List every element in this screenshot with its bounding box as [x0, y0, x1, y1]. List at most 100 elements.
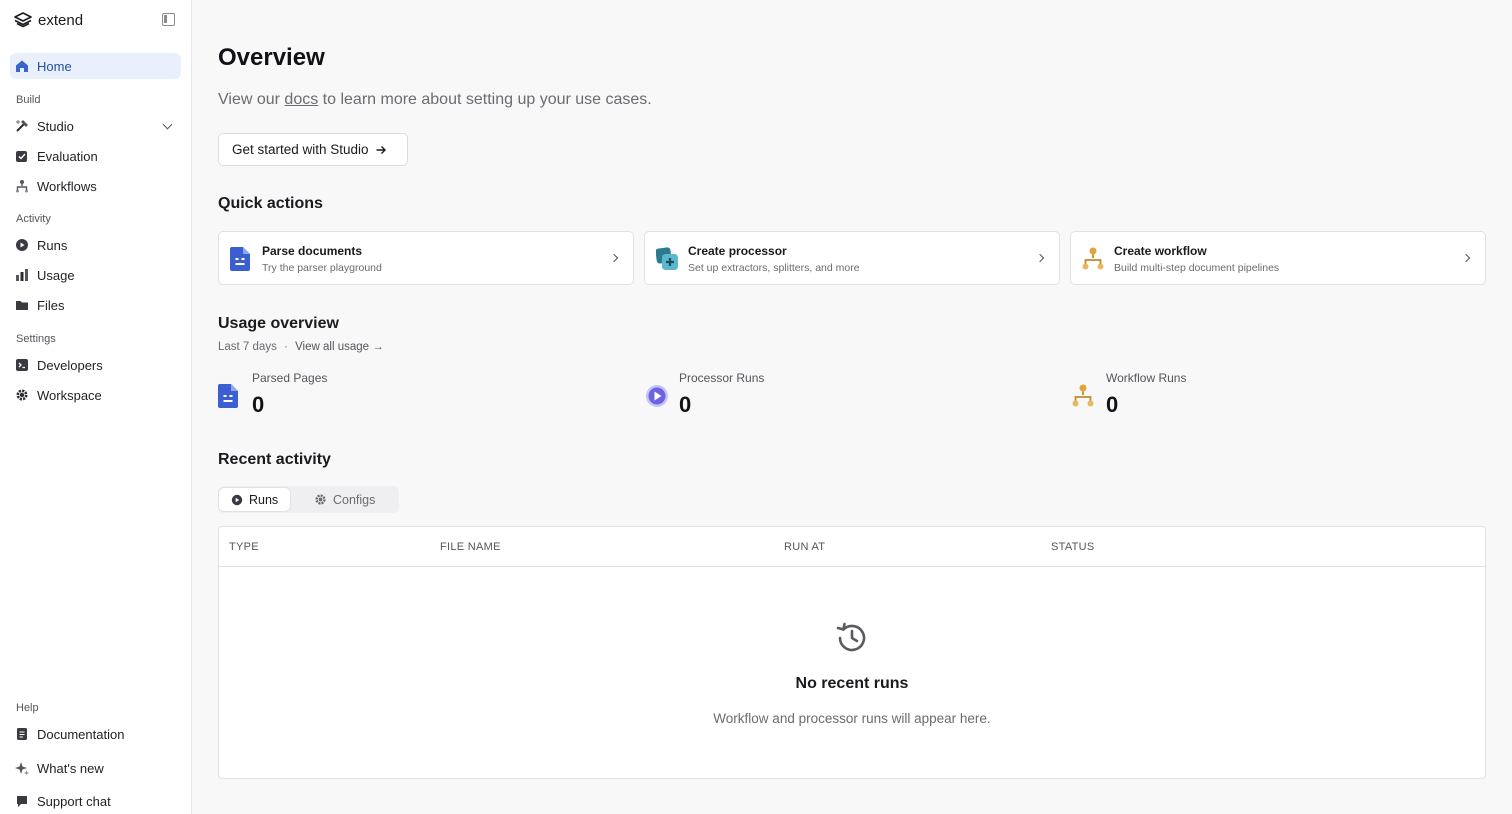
- usage-separator: ·: [284, 341, 288, 353]
- section-label-help: Help: [16, 702, 39, 714]
- quick-action-create-processor[interactable]: Create processor Set up extractors, spli…: [644, 231, 1060, 285]
- stat-label: Parsed Pages: [252, 371, 328, 385]
- sidebar-item-runs[interactable]: Runs: [10, 232, 181, 258]
- sidebar-item-label: Workspace: [37, 387, 102, 403]
- section-label-activity: Activity: [16, 213, 51, 225]
- column-header-type: TYPE: [229, 541, 259, 553]
- tab-label: Runs: [249, 492, 279, 507]
- chevron-right-icon: [1461, 253, 1471, 263]
- table-header: TYPE FILE NAME RUN AT STATUS: [219, 527, 1485, 567]
- view-all-usage-link[interactable]: View all usage →: [295, 341, 384, 353]
- stat-value: 0: [252, 392, 265, 417]
- activity-tabs: Runs Configs: [218, 486, 399, 513]
- sidebar-item-workflows[interactable]: Workflows: [10, 173, 181, 199]
- bar-chart-icon: [15, 268, 29, 282]
- quick-action-title: Create processor: [688, 244, 787, 258]
- stat-label: Processor Runs: [679, 371, 765, 385]
- chevron-down-icon[interactable]: [162, 119, 173, 130]
- sidebar-item-whats-new[interactable]: What's new: [10, 755, 181, 781]
- quick-action-title: Create workflow: [1114, 244, 1207, 258]
- document-icon: [15, 727, 29, 741]
- play-icon: [15, 238, 29, 252]
- brand[interactable]: extend: [14, 10, 83, 30]
- stat-processor-runs: Processor Runs 0: [645, 370, 945, 420]
- column-header-status: STATUS: [1051, 541, 1095, 553]
- main-content: Overview View our docs to learn more abo…: [193, 0, 1512, 814]
- tab-label: Configs: [333, 492, 376, 507]
- empty-state-subtitle: Workflow and processor runs will appear …: [713, 711, 991, 726]
- sidebar-item-label: Runs: [37, 237, 68, 253]
- workflow-icon: [1082, 247, 1104, 271]
- sidebar-item-studio[interactable]: Studio: [10, 113, 181, 139]
- parse-document-icon: [230, 247, 252, 271]
- sidebar-collapse-icon[interactable]: [162, 13, 175, 26]
- gear-icon: [15, 388, 29, 402]
- arrow-right-icon: [376, 145, 386, 154]
- tab-configs[interactable]: Configs: [302, 488, 387, 511]
- quick-action-title: Parse documents: [262, 244, 363, 258]
- sidebar-item-label: Usage: [37, 267, 75, 283]
- play-icon: [231, 494, 243, 505]
- studio-icon: [15, 119, 29, 133]
- usage-period: Last 7 days: [218, 341, 277, 353]
- subtitle-suffix: to learn more about setting up your use …: [322, 91, 652, 108]
- sidebar-item-usage[interactable]: Usage: [10, 262, 181, 288]
- extend-logo-icon: [14, 12, 32, 28]
- sidebar-item-developers[interactable]: Developers: [10, 352, 181, 378]
- section-label-build: Build: [16, 94, 41, 106]
- sidebar-item-documentation[interactable]: Documentation: [10, 721, 181, 747]
- gear-icon: [315, 494, 326, 505]
- sidebar-item-label: Evaluation: [37, 148, 98, 164]
- section-label-settings: Settings: [16, 333, 56, 345]
- sparkle-icon: [15, 761, 29, 775]
- page-title: Overview: [218, 44, 325, 71]
- stat-parsed-pages: Parsed Pages 0: [218, 370, 518, 420]
- quick-action-subtitle: Try the parser playground: [262, 262, 382, 274]
- usage-meta: Last 7 days · View all usage →: [218, 341, 384, 353]
- sidebar-item-label: Documentation: [37, 726, 125, 742]
- sidebar-item-files[interactable]: Files: [10, 292, 181, 318]
- sidebar-item-workspace[interactable]: Workspace: [10, 382, 181, 408]
- sidebar-item-label: Home: [37, 58, 72, 74]
- quick-action-create-workflow[interactable]: Create workflow Build multi-step documen…: [1070, 231, 1486, 285]
- brand-name: extend: [38, 11, 84, 29]
- sidebar-item-label: Developers: [37, 357, 103, 373]
- stat-label: Workflow Runs: [1106, 371, 1187, 385]
- sidebar-item-label: Support chat: [37, 793, 111, 809]
- subtitle-prefix: View our: [218, 91, 280, 108]
- docs-link[interactable]: docs: [284, 91, 318, 108]
- quick-actions-title: Quick actions: [218, 195, 323, 212]
- sidebar-item-evaluation[interactable]: Evaluation: [10, 143, 181, 169]
- folder-icon: [15, 298, 29, 312]
- processor-run-icon: [645, 384, 668, 408]
- cta-label: Get started with Studio: [232, 142, 369, 157]
- column-header-file-name: FILE NAME: [440, 541, 501, 553]
- workflows-icon: [15, 179, 29, 193]
- chat-icon: [15, 794, 29, 808]
- chevron-right-icon: [1035, 253, 1045, 263]
- sidebar-item-label: Files: [37, 297, 65, 313]
- parse-document-icon: [218, 384, 240, 408]
- recent-activity-title: Recent activity: [218, 451, 331, 468]
- evaluation-icon: [15, 149, 29, 163]
- sidebar-item-support-chat[interactable]: Support chat: [10, 788, 181, 814]
- tab-runs[interactable]: Runs: [219, 488, 291, 511]
- stat-value: 0: [1106, 392, 1119, 417]
- sidebar-item-label: Studio: [37, 118, 74, 134]
- developers-icon: [15, 358, 29, 372]
- sidebar: extend Home Build Studio Evaluation Work…: [0, 0, 192, 814]
- empty-state-title: No recent runs: [795, 675, 909, 692]
- sidebar-item-label: Workflows: [37, 178, 97, 194]
- get-started-studio-button[interactable]: Get started with Studio: [218, 133, 408, 166]
- history-icon: [834, 620, 870, 656]
- recent-runs-table: TYPE FILE NAME RUN AT STATUS No recent r…: [218, 526, 1486, 779]
- quick-action-parse-documents[interactable]: Parse documents Try the parser playgroun…: [218, 231, 634, 285]
- sidebar-item-label: What's new: [37, 760, 104, 776]
- quick-action-subtitle: Set up extractors, splitters, and more: [688, 262, 860, 274]
- page-subtitle: View our docs to learn more about settin…: [218, 91, 652, 109]
- quick-action-subtitle: Build multi-step document pipelines: [1114, 262, 1280, 274]
- processor-icon: [655, 247, 678, 271]
- home-icon: [15, 59, 29, 73]
- sidebar-item-home[interactable]: Home: [10, 53, 181, 79]
- stat-workflow-runs: Workflow Runs 0: [1072, 370, 1372, 420]
